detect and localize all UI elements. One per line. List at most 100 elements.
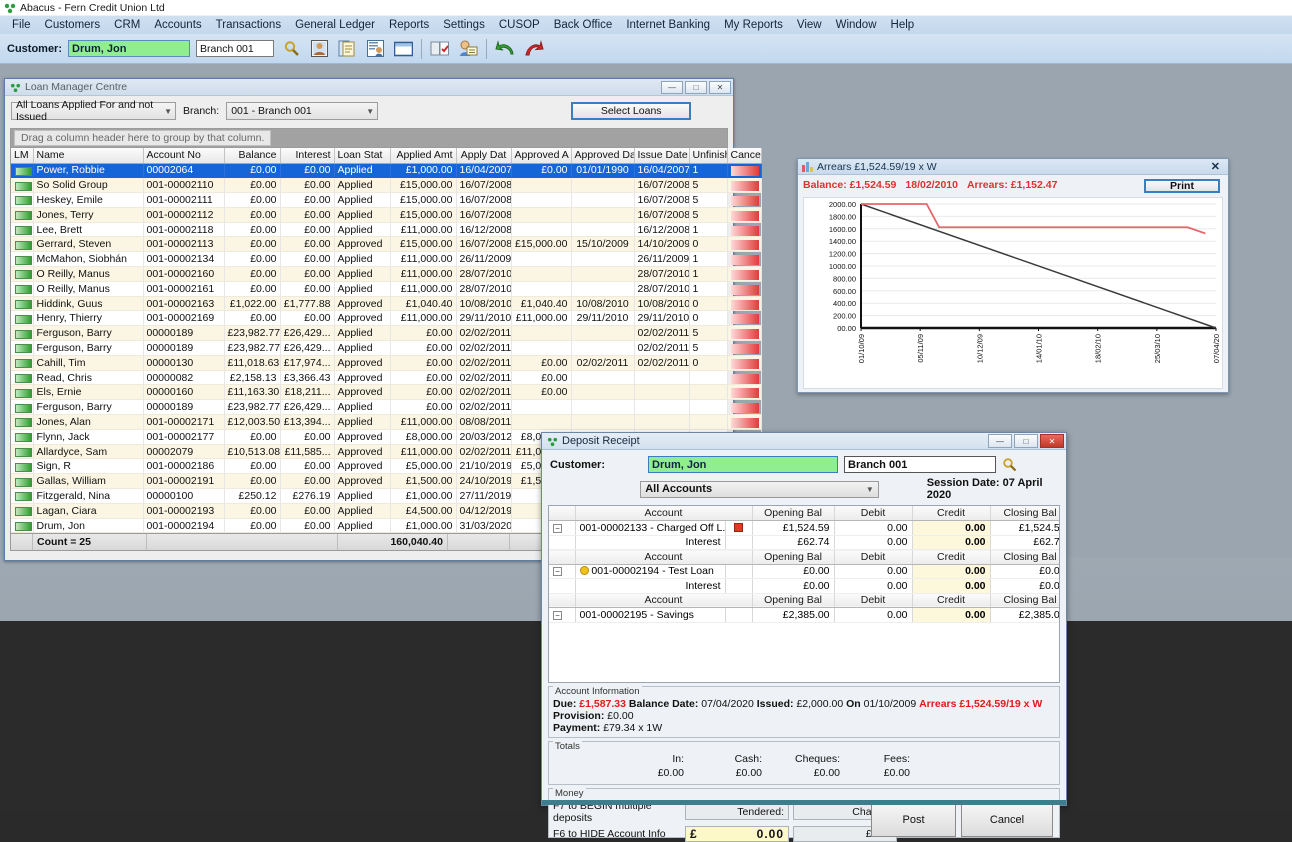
deposit-grid-body: Account Opening Bal Debit Credit Closing Bal… — [549, 506, 1059, 623]
deposit-account-row[interactable]: − 001-00002194 - Test Loan £0.00 0.00 0.00 £… — [549, 564, 1059, 579]
table-row[interactable]: Jones, Terry 001-00002112 £0.00 £0.00 Applie… — [11, 207, 762, 223]
deposit-expander[interactable]: − — [549, 564, 576, 579]
menu-item-view[interactable]: View — [790, 18, 829, 32]
table-row[interactable]: Ferguson, Barry 00000189 £23,982.77 £26,429… — [11, 399, 762, 416]
loan-minimize-button[interactable]: — — [661, 80, 683, 94]
documents-icon[interactable] — [336, 38, 358, 59]
loan-grid-header-row[interactable]: LM Name Account No Balance Interest Loan… — [11, 148, 762, 164]
window-icon[interactable] — [392, 38, 414, 59]
menu-item-help[interactable]: Help — [884, 18, 922, 32]
deposit-child-credit[interactable]: 0.00 — [912, 578, 991, 594]
menu-item-crm[interactable]: CRM — [107, 18, 147, 32]
menu-item-my-reports[interactable]: My Reports — [717, 18, 790, 32]
table-row[interactable]: Read, Chris 00000082 £2,158.13 £3,366.43 App… — [11, 370, 762, 386]
col-unfinished[interactable]: Unfinishe — [689, 148, 728, 164]
close-icon[interactable]: ✕ — [1207, 160, 1224, 173]
col-applied-amt[interactable]: Applied Amt — [390, 148, 457, 164]
deposit-titlebar[interactable]: Deposit Receipt — □ ✕ — [542, 433, 1066, 450]
table-row[interactable]: McMahon, Siobhán 001-00002134 £0.00 £0.00 Ap… — [11, 251, 762, 268]
menu-item-window[interactable]: Window — [829, 18, 884, 32]
col-issue-date[interactable]: Issue Date — [634, 148, 690, 164]
print-button[interactable]: Print — [1144, 179, 1220, 193]
customer-input[interactable]: Drum, Jon — [68, 40, 191, 57]
menu-item-customers[interactable]: Customers — [38, 18, 108, 32]
col-lm[interactable]: LM — [11, 148, 34, 164]
col-apply-date[interactable]: Apply Dat — [456, 148, 512, 164]
table-row[interactable]: O Reilly, Manus 001-00002161 £0.00 £0.00 App… — [11, 281, 762, 297]
col-loan-stat[interactable]: Loan Stat — [334, 148, 391, 164]
col-interest[interactable]: Interest — [280, 148, 335, 164]
table-row[interactable]: Jones, Alan 001-00002171 £12,003.50 £13,394… — [11, 414, 762, 430]
loan-window-titlebar[interactable]: Loan Manager Centre — □ ✕ — [5, 79, 733, 96]
menu-item-file[interactable]: File — [5, 18, 38, 32]
post-button[interactable]: Post — [871, 803, 956, 837]
deposit-close-button[interactable]: ✕ — [1040, 434, 1064, 448]
tendered-input[interactable]: £ 0.00 — [685, 826, 789, 842]
table-row[interactable]: Els, Ernie 00000160 £11,163.30 £18,211... Ap… — [11, 384, 762, 401]
deposit-account-filter-combo[interactable]: All Accounts ▼ — [640, 480, 879, 498]
table-row[interactable]: Hiddink, Guus 001-00002163 £1,022.00 £1,777… — [11, 296, 762, 312]
deposit-search-icon[interactable] — [1002, 457, 1017, 472]
table-row[interactable]: Cahill, Tim 00000130 £11,018.63 £17,974... A… — [11, 355, 762, 371]
col-account-no[interactable]: Account No — [143, 148, 225, 164]
deposit-interest-row[interactable]: Interest£62.740.000.00£62.74 — [549, 535, 1059, 550]
deposit-credit-input[interactable]: 0.00 — [912, 520, 991, 536]
branch-input[interactable]: Branch 001 — [196, 40, 275, 57]
col-cancelled[interactable]: Cance — [727, 148, 762, 164]
undo-green-arrow-icon[interactable] — [494, 38, 516, 59]
customer-card-icon[interactable] — [308, 38, 330, 59]
account-details-icon[interactable] — [364, 38, 386, 59]
search-icon[interactable] — [280, 38, 302, 59]
on-label: On — [846, 698, 861, 710]
deposit-interest-row[interactable]: Interest£0.000.000.00£0.00 — [549, 578, 1059, 594]
redo-red-arrow-icon[interactable] — [522, 38, 544, 59]
loan-type-filter-combo[interactable]: All Loans Applied For and not Issued ▼ — [11, 99, 176, 123]
deposit-maximize-button[interactable]: □ — [1014, 434, 1038, 448]
deposit-expander[interactable]: − — [549, 607, 576, 623]
deposit-accounts-grid[interactable]: Account Opening Bal Debit Credit Closing Bal… — [548, 505, 1060, 683]
table-row[interactable]: Lee, Brett 001-00002118 £0.00 £0.00 Applied £… — [11, 222, 762, 238]
deposit-account-row[interactable]: −001-00002195 - Savings £2,385.00 0.00 0.00… — [549, 607, 1059, 623]
book-icon[interactable] — [429, 38, 451, 59]
cancel-button[interactable]: Cancel — [961, 803, 1053, 837]
loan-name: Heskey, Emile — [33, 192, 144, 208]
deposit-credit-input[interactable]: 0.00 — [912, 564, 991, 579]
deposit-credit-input[interactable]: 0.00 — [912, 607, 991, 623]
table-row[interactable]: O Reilly, Manus 001-00002160 £0.00 £0.00 App… — [11, 266, 762, 282]
table-row[interactable]: So Solid Group 001-00002110 £0.00 £0.00 Appl… — [11, 177, 762, 194]
menu-item-general-ledger[interactable]: General Ledger — [288, 18, 382, 32]
branch-filter-combo[interactable]: 001 - Branch 001 ▼ — [226, 102, 379, 120]
menu-bar[interactable]: File Customers CRM Accounts Transactions… — [0, 16, 1292, 34]
menu-item-back-office[interactable]: Back Office — [547, 18, 620, 32]
col-approved-date[interactable]: Approved Dat — [571, 148, 635, 164]
loan-maximize-button[interactable]: □ — [685, 80, 707, 94]
col-balance[interactable]: Balance — [224, 148, 281, 164]
deposit-expander[interactable]: − — [549, 520, 576, 536]
table-row[interactable]: Henry, Thierry 001-00002169 £0.00 £0.00 Appr… — [11, 310, 762, 327]
menu-item-transactions[interactable]: Transactions — [209, 18, 288, 32]
deposit-account-row[interactable]: −001-00002133 - Charged Off L... £1,524.5… — [549, 520, 1059, 536]
menu-item-internet-banking[interactable]: Internet Banking — [619, 18, 717, 32]
table-row[interactable]: Ferguson, Barry 00000189 £23,982.77 £26,429… — [11, 340, 762, 356]
table-row[interactable]: Power, Robbie 00002064 £0.00 £0.00 Applied £1… — [11, 163, 762, 179]
member-edit-icon[interactable] — [457, 38, 479, 59]
table-row[interactable]: Gerrard, Steven 001-00002113 £0.00 £0.00 App… — [11, 236, 762, 253]
loan-cancel-chip — [727, 192, 762, 208]
table-row[interactable]: Ferguson, Barry 00000189 £23,982.77 £26,429… — [11, 325, 762, 342]
menu-item-settings[interactable]: Settings — [436, 18, 492, 32]
menu-item-reports[interactable]: Reports — [382, 18, 436, 32]
col-name[interactable]: Name — [33, 148, 144, 164]
deposit-branch-input[interactable]: Branch 001 — [844, 456, 996, 473]
select-loans-button[interactable]: Select Loans — [571, 102, 692, 120]
group-by-bar[interactable]: Drag a column header here to group by th… — [10, 128, 728, 148]
menu-item-accounts[interactable]: Accounts — [147, 18, 208, 32]
table-row[interactable]: Heskey, Emile 001-00002111 £0.00 £0.00 Appli… — [11, 192, 762, 208]
arrears-titlebar[interactable]: Arrears £1,524.59/19 x W ✕ — [798, 159, 1228, 175]
lm-status-chip — [15, 196, 32, 206]
col-approved-amt[interactable]: Approved A — [511, 148, 572, 164]
deposit-customer-input[interactable]: Drum, Jon — [648, 456, 838, 473]
menu-item-cusop[interactable]: CUSOP — [492, 18, 547, 32]
deposit-minimize-button[interactable]: — — [988, 434, 1012, 448]
loan-close-button[interactable]: ✕ — [709, 80, 731, 94]
deposit-child-credit[interactable]: 0.00 — [912, 535, 991, 550]
